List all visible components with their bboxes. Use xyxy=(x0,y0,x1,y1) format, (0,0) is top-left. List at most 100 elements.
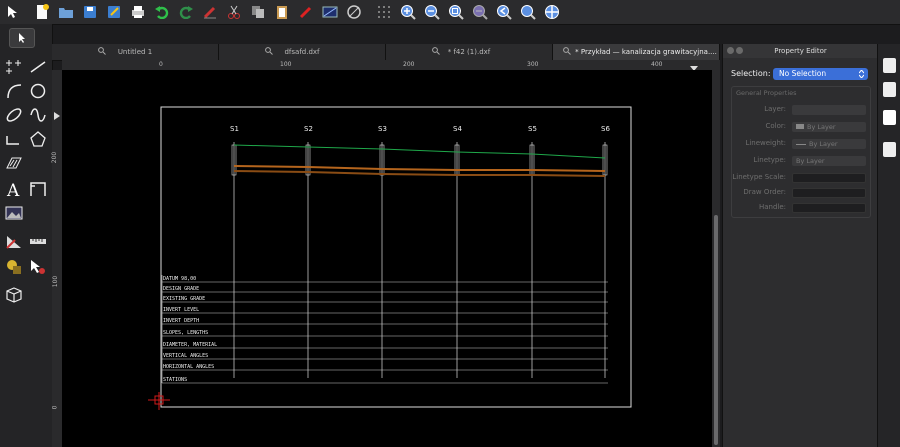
arc-icon[interactable] xyxy=(3,80,25,102)
grade-line xyxy=(233,144,606,159)
station-label: S1 xyxy=(230,125,239,133)
zoom-extents-icon[interactable] xyxy=(445,1,467,23)
measure-distance-icon[interactable] xyxy=(27,230,49,252)
properties-panel-icon[interactable] xyxy=(883,110,896,125)
handle-field[interactable] xyxy=(792,203,866,213)
ruler-label: 400 xyxy=(651,61,663,68)
tab-f42[interactable]: * f42 (1).dxf xyxy=(386,44,553,60)
open-folder-icon[interactable] xyxy=(55,1,77,23)
zoom-selection-icon[interactable] xyxy=(469,1,491,23)
dimension-icon[interactable] xyxy=(27,178,49,200)
zoom-out-icon[interactable] xyxy=(421,1,443,23)
tab-dfsafd[interactable]: dfsafd.dxf xyxy=(219,44,386,60)
pen-icon[interactable] xyxy=(295,1,317,23)
paste-icon[interactable] xyxy=(271,1,293,23)
commands-panel-icon[interactable] xyxy=(883,142,896,157)
layer-dropdown[interactable] xyxy=(792,105,866,115)
panel-switcher xyxy=(877,44,900,447)
ruler-label: 100 xyxy=(52,275,60,288)
viewport-icon[interactable] xyxy=(319,1,341,23)
pan-icon[interactable] xyxy=(541,1,563,23)
copy-icon[interactable] xyxy=(247,1,269,23)
color-label: Color: xyxy=(765,122,786,130)
blocks-icon[interactable] xyxy=(3,256,25,278)
selection-value: No Selection xyxy=(779,69,827,78)
blocks-panel-icon[interactable] xyxy=(883,82,896,97)
circle-icon[interactable] xyxy=(27,80,49,102)
table-row-label: HORIZONTAL ANGLES xyxy=(163,364,214,370)
handle-label: Handle: xyxy=(758,203,786,211)
tab-przyklad[interactable]: * Przykład — kanalizacja grawitacyjna...… xyxy=(553,44,720,60)
draw-order-label: Draw Order: xyxy=(743,188,786,196)
table-row-label: STATIONS xyxy=(163,377,187,383)
polyline-icon[interactable] xyxy=(3,128,25,150)
chevron-updown-icon xyxy=(859,70,864,78)
points-icon[interactable] xyxy=(3,56,25,78)
table-row-label: INVERT DEPTH xyxy=(163,318,199,324)
main-toolbar xyxy=(0,0,900,25)
3d-box-icon[interactable] xyxy=(3,284,25,306)
ruler-label: 200 xyxy=(51,151,59,164)
vertical-scrollbar[interactable] xyxy=(712,60,720,447)
measure-angle-icon[interactable] xyxy=(3,230,25,252)
ruler-label: 100 xyxy=(280,61,292,68)
scroll-thumb[interactable] xyxy=(714,215,718,445)
save-icon[interactable] xyxy=(79,1,101,23)
linetype-dropdown[interactable]: By Layer xyxy=(792,156,866,166)
ruler-label: 300 xyxy=(527,61,539,68)
station-label: S5 xyxy=(528,125,537,133)
ruler-label: 0 xyxy=(159,61,163,68)
panel-title: Property Editor xyxy=(723,44,878,58)
table-row-label: DATUM 98,00 xyxy=(163,276,196,282)
color-dropdown[interactable]: By Layer xyxy=(792,122,866,132)
zoom-previous-icon[interactable] xyxy=(493,1,515,23)
spline-icon[interactable] xyxy=(27,104,49,126)
print-icon[interactable] xyxy=(127,1,149,23)
station-label: S6 xyxy=(601,125,610,133)
layers-panel-icon[interactable] xyxy=(883,58,896,73)
selection-dropdown[interactable]: No Selection xyxy=(773,68,868,80)
save-as-icon[interactable] xyxy=(103,1,125,23)
select-arrow-icon[interactable] xyxy=(1,1,23,23)
redo-icon[interactable] xyxy=(175,1,197,23)
pipe-top xyxy=(233,165,606,172)
color-swatch xyxy=(796,124,804,129)
pipe-bottom xyxy=(233,170,606,177)
linetype-scale-label: Linetype Scale: xyxy=(732,173,786,181)
close-icon[interactable] xyxy=(727,47,734,54)
tool-palette: A xyxy=(0,24,53,447)
grid-icon[interactable] xyxy=(373,1,395,23)
line-icon[interactable] xyxy=(27,56,49,78)
hatch-icon[interactable] xyxy=(3,152,25,174)
table-row-label: DESIGN GRADE xyxy=(163,286,199,292)
select-tool-button[interactable] xyxy=(9,28,35,48)
station-label: S2 xyxy=(304,125,313,133)
new-file-icon[interactable] xyxy=(31,1,53,23)
zoom-in-icon[interactable] xyxy=(397,1,419,23)
document-tab-bar: Untitled 1 dfsafd.dxf * f42 (1).dxf * Pr… xyxy=(52,44,720,61)
snap-circle-icon[interactable] xyxy=(343,1,365,23)
text-tool-icon[interactable]: A xyxy=(3,178,25,200)
panel-collapse-icon[interactable] xyxy=(54,112,60,120)
zoom-window-icon[interactable] xyxy=(517,1,539,23)
tab-label: Untitled 1 xyxy=(117,48,153,56)
cut-icon[interactable] xyxy=(223,1,245,23)
erase-icon[interactable] xyxy=(199,1,221,23)
image-icon[interactable] xyxy=(3,202,25,224)
draw-order-field[interactable] xyxy=(792,188,866,198)
lineweight-value: By Layer xyxy=(809,140,838,148)
station-label: S3 xyxy=(378,125,387,133)
lineweight-dropdown[interactable]: By Layer xyxy=(792,139,866,149)
group-title: General Properties xyxy=(736,89,797,97)
drawing-canvas[interactable]: DATUM 98,00 DESIGN GRADE EXISTING GRADE INV… xyxy=(62,70,712,447)
lineweight-swatch xyxy=(796,143,806,145)
general-properties-group: General Properties Layer: Color: By Laye… xyxy=(731,86,871,218)
tab-untitled-1[interactable]: Untitled 1 xyxy=(52,44,219,60)
tab-label: dfsafd.dxf xyxy=(284,48,320,56)
info-pointer-icon[interactable] xyxy=(27,256,49,278)
undo-icon[interactable] xyxy=(151,1,173,23)
polygon-icon[interactable] xyxy=(27,128,49,150)
linetype-scale-field[interactable] xyxy=(792,173,866,183)
ellipse-icon[interactable] xyxy=(3,104,25,126)
minimize-icon[interactable] xyxy=(736,47,743,54)
